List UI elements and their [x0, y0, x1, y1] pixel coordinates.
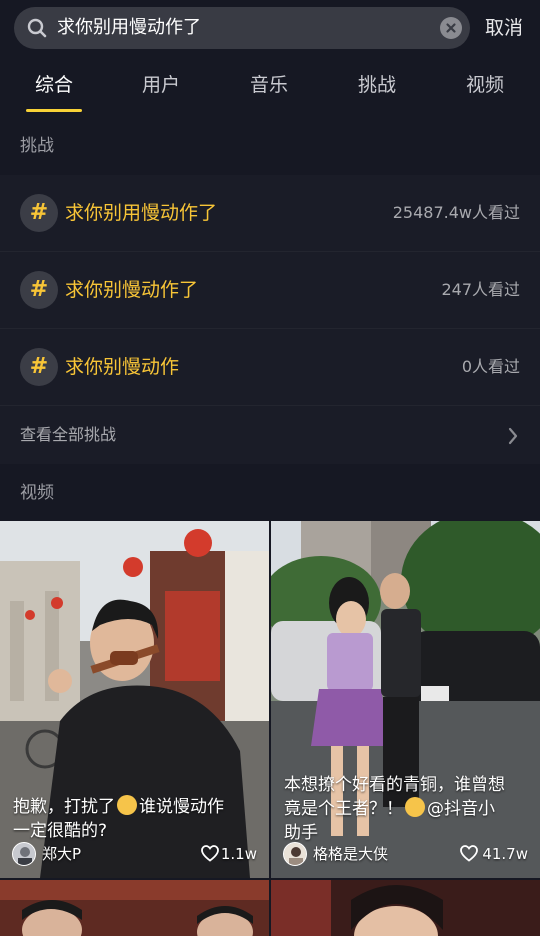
- caption-text: 一定很酷的?: [13, 821, 108, 841]
- challenge-item[interactable]: # 求你别慢动作了 247人看过: [0, 252, 540, 329]
- tab-comprehensive[interactable]: 综合: [14, 72, 94, 98]
- video-card[interactable]: 抱歉，打扰了 谁说慢动作 一定很酷的? 郑大P 1.1w: [0, 521, 269, 878]
- caption-text: 抱歉，打扰了: [13, 797, 115, 817]
- caption-text: 本想撩个好看的青铜，谁曾想: [284, 775, 505, 795]
- video-meta: 郑大P 1.1w: [12, 842, 257, 866]
- challenges-section-title: 挑战: [20, 136, 54, 156]
- tab-challenges[interactable]: 挑战: [337, 72, 417, 98]
- search-result-tabs: 综合 用户 音乐 挑战 视频: [0, 60, 540, 114]
- chevron-right-icon: [508, 427, 518, 445]
- tab-users[interactable]: 用户: [121, 72, 201, 98]
- laughing-emoji-icon: [405, 797, 425, 817]
- see-all-challenges-button[interactable]: 查看全部挑战: [0, 406, 540, 464]
- author-name[interactable]: 格格是大侠: [313, 842, 388, 866]
- caption-text: @抖音小: [427, 799, 495, 819]
- active-tab-indicator: [26, 109, 82, 112]
- clear-search-button[interactable]: [440, 17, 462, 39]
- challenge-item[interactable]: # 求你别慢动作 0人看过: [0, 329, 540, 406]
- close-icon: [446, 23, 456, 33]
- video-card[interactable]: [271, 880, 540, 936]
- challenge-view-count: 25487.4w人看过: [392, 203, 520, 222]
- video-thumbnail: [271, 880, 540, 936]
- author-name[interactable]: 郑大P: [42, 842, 81, 866]
- challenge-name: 求你别慢动作: [65, 356, 180, 378]
- heart-icon[interactable]: [201, 845, 219, 862]
- avatar[interactable]: [12, 842, 36, 866]
- caption-text: 竟是个王者？！: [284, 799, 403, 819]
- hashtag-icon: #: [20, 348, 58, 386]
- challenge-view-count: 247人看过: [441, 280, 520, 299]
- see-all-label: 查看全部挑战: [20, 425, 117, 444]
- tab-videos[interactable]: 视频: [445, 72, 525, 98]
- video-caption: 本想撩个好看的青铜，谁曾想 竟是个王者？！ @抖音小 助手: [284, 773, 505, 845]
- challenge-item[interactable]: # 求你别用慢动作了 25487.4w人看过: [0, 175, 540, 252]
- hashtag-icon: #: [20, 194, 58, 232]
- video-card[interactable]: [0, 880, 269, 936]
- search-header: 求你别用慢动作了 取消: [0, 0, 540, 56]
- videos-section-title: 视频: [20, 483, 54, 503]
- shocked-emoji-icon: [117, 795, 137, 815]
- cancel-button[interactable]: 取消: [485, 15, 523, 41]
- video-meta: 格格是大侠 41.7w: [283, 842, 528, 866]
- hashtag-icon: #: [20, 271, 58, 309]
- challenge-list: # 求你别用慢动作了 25487.4w人看过 # 求你别慢动作了 247人看过 …: [0, 175, 540, 464]
- heart-icon[interactable]: [460, 845, 478, 862]
- tab-music[interactable]: 音乐: [229, 72, 309, 98]
- video-card[interactable]: 本想撩个好看的青铜，谁曾想 竟是个王者？！ @抖音小 助手 格格是大侠 41.7w: [271, 521, 540, 878]
- like-count: 1.1w: [220, 845, 257, 863]
- video-thumbnail: [0, 880, 269, 936]
- video-grid: 抱歉，打扰了 谁说慢动作 一定很酷的? 郑大P 1.1w 本想撩个好看的青铜，谁…: [0, 521, 540, 936]
- challenge-view-count: 0人看过: [461, 357, 520, 376]
- like-count: 41.7w: [482, 845, 528, 863]
- search-input[interactable]: 求你别用慢动作了: [14, 7, 470, 49]
- search-query: 求你别用慢动作了: [57, 17, 201, 38]
- challenge-name: 求你别用慢动作了: [65, 202, 218, 224]
- avatar[interactable]: [283, 842, 307, 866]
- challenge-name: 求你别慢动作了: [65, 279, 199, 301]
- video-caption: 抱歉，打扰了 谁说慢动作 一定很酷的?: [13, 795, 224, 843]
- search-icon: [27, 18, 47, 38]
- caption-text: 助手: [284, 823, 318, 843]
- caption-text: 谁说慢动作: [139, 797, 224, 817]
